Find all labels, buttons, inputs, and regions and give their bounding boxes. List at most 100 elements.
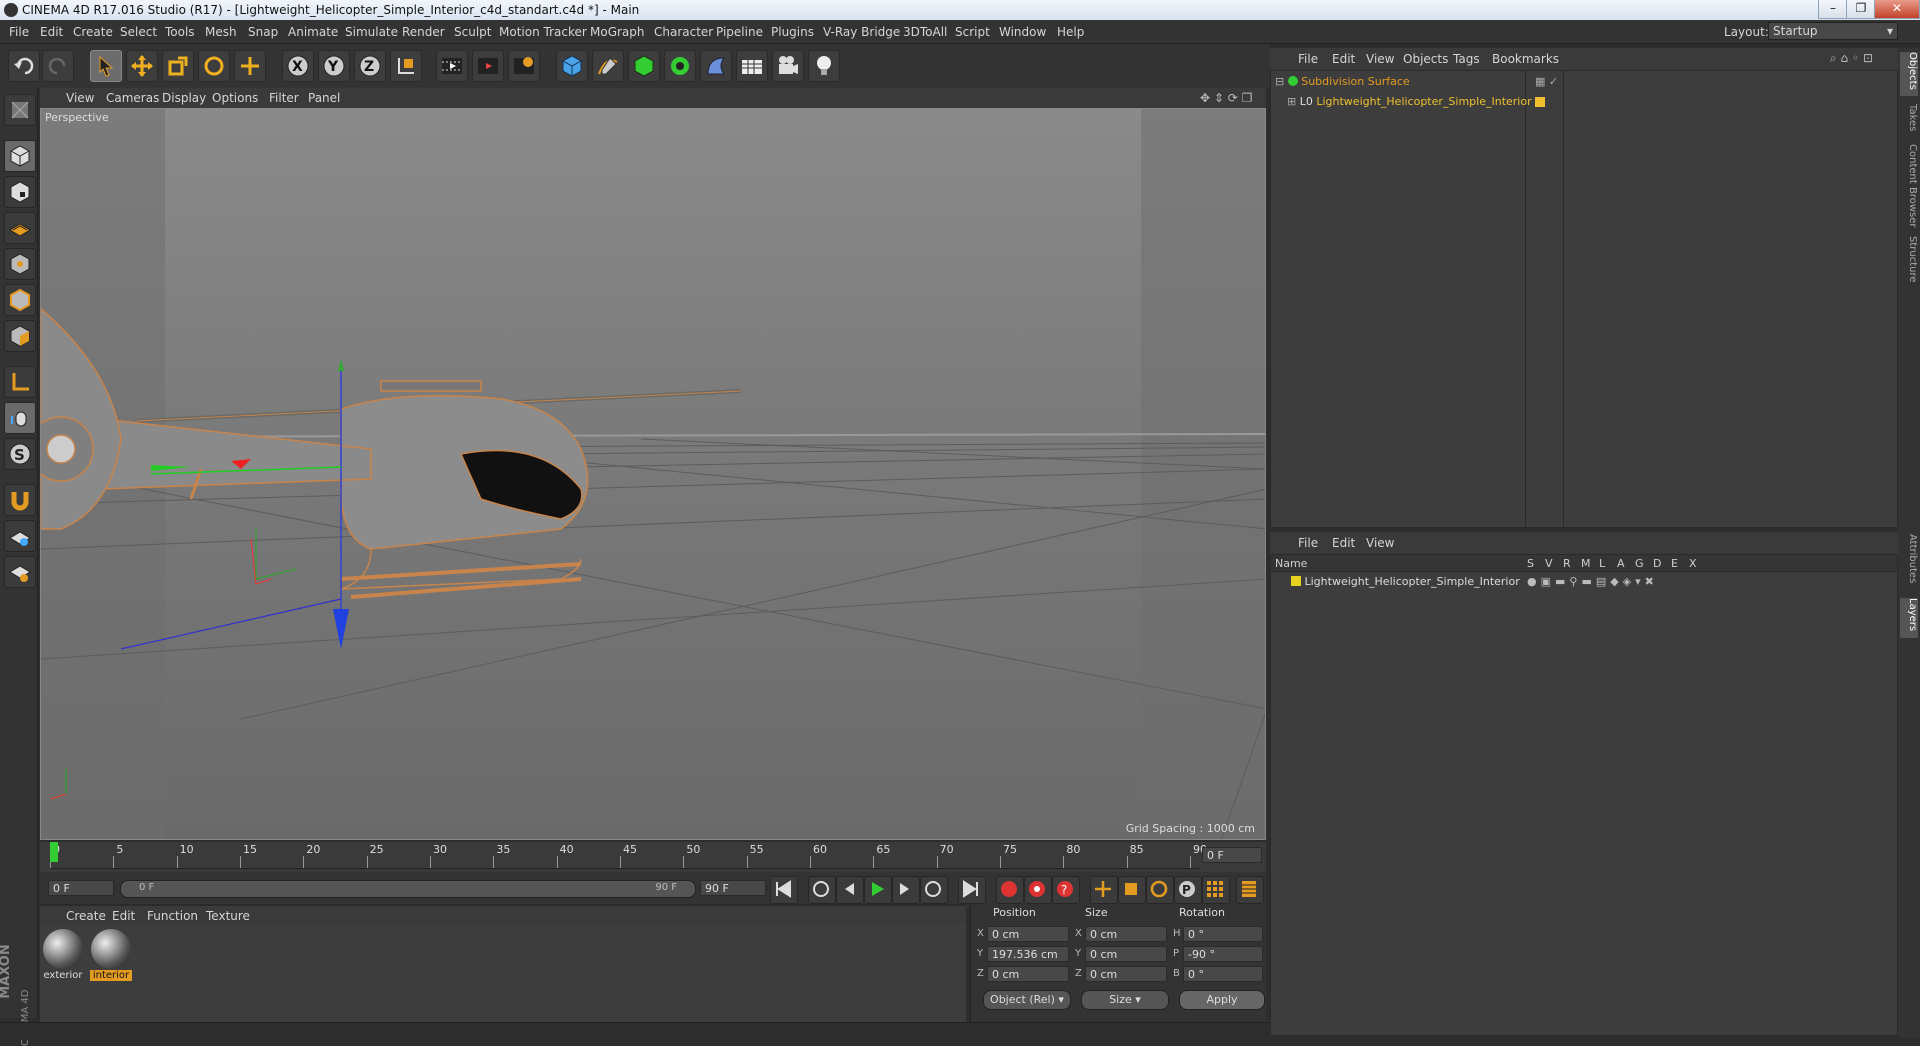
coordinate-system-icon[interactable] [390, 50, 422, 82]
menu-vray-bridge[interactable]: V-Ray Bridge [823, 25, 900, 39]
layer-color-swatch[interactable] [1291, 576, 1301, 586]
keyframe-selection-icon[interactable]: ? [1052, 876, 1080, 904]
size-mode-select[interactable]: Size ▾ [1081, 990, 1169, 1010]
undo-icon[interactable] [8, 50, 40, 82]
rotation-h-field[interactable]: 0 ° [1183, 926, 1263, 942]
collapse-icon[interactable]: ⊟ [1275, 75, 1284, 88]
expand-icon[interactable]: ⊞ [1287, 95, 1296, 108]
tab-layers[interactable]: Layers [1900, 598, 1918, 638]
object-menu-bookmarks[interactable]: Bookmarks [1492, 52, 1559, 66]
timeline-window-icon[interactable] [1236, 876, 1264, 904]
object-menu-view[interactable]: View [1366, 52, 1394, 66]
menu-simulate[interactable]: Simulate [345, 25, 398, 39]
rotation-b-field[interactable]: 0 ° [1183, 966, 1263, 982]
position-y-field[interactable]: 197.536 cm [987, 946, 1069, 962]
record-keys-icon[interactable] [996, 876, 1024, 904]
object-menu-edit[interactable]: Edit [1332, 52, 1355, 66]
autokey-icon[interactable] [1024, 876, 1052, 904]
render-view-icon[interactable] [436, 50, 468, 82]
key-position-icon[interactable] [1090, 876, 1118, 904]
array-icon[interactable] [664, 50, 696, 82]
coordinate-mode-select[interactable]: Object (Rel) ▾ [983, 990, 1071, 1010]
timeline-ruler[interactable]: 051015202530354045505560657075808590 0 F [40, 842, 1266, 872]
size-z-field[interactable]: 0 cm [1085, 966, 1167, 982]
menu-mograph[interactable]: MoGraph [590, 25, 645, 39]
render-picture-viewer-icon[interactable] [472, 50, 504, 82]
sculpt-icon[interactable] [4, 556, 36, 588]
move-icon[interactable] [126, 50, 158, 82]
rotation-p-field[interactable]: -90 ° [1183, 946, 1263, 962]
redo-icon[interactable] [42, 50, 74, 82]
object-search-icon[interactable]: ⌕ ⌂ ◦ ⊡ [1830, 51, 1873, 66]
layer-toggle-icons[interactable]: ●▣▬⚲▬▤◆◈▾✖ [1527, 575, 1658, 588]
key-parameter-icon[interactable]: P [1174, 876, 1202, 904]
select-arrow-icon[interactable] [90, 50, 122, 82]
material-menu-create[interactable]: Create [66, 909, 106, 923]
go-to-start-icon[interactable] [770, 876, 798, 904]
viewport-menu-display[interactable]: Display [162, 91, 206, 105]
light-icon[interactable] [808, 50, 840, 82]
viewport-menu-filter[interactable]: Filter [269, 91, 299, 105]
viewport-nav-icons[interactable]: ✥ ⇕ ⟳ ❐ [1200, 91, 1252, 105]
paint-icon[interactable] [4, 520, 36, 552]
layout-select[interactable]: Startup ▾ [1768, 22, 1898, 40]
layer-color-tag[interactable] [1535, 97, 1545, 107]
camera-icon[interactable] [772, 50, 804, 82]
subdivision-icon[interactable] [628, 50, 660, 82]
add-object-icon[interactable] [234, 50, 266, 82]
polygons-mode-icon[interactable] [4, 320, 36, 352]
start-frame-field[interactable]: 0 F [48, 880, 114, 896]
key-rotation-icon[interactable] [1146, 876, 1174, 904]
position-x-field[interactable]: 0 cm [987, 926, 1069, 942]
layer-menu-view[interactable]: View [1366, 536, 1394, 550]
menu-animate[interactable]: Animate [288, 25, 338, 39]
menu-character[interactable]: Character [654, 25, 713, 39]
y-axis-icon[interactable]: Y [318, 50, 350, 82]
apply-button[interactable]: Apply [1179, 990, 1265, 1010]
visibility-check-icon[interactable]: ▦ ✓ [1535, 75, 1558, 88]
menu-plugins[interactable]: Plugins [771, 25, 814, 39]
minimize-button[interactable]: – [1818, 0, 1848, 19]
material-exterior[interactable]: exterior [42, 928, 84, 984]
cube-icon[interactable] [556, 50, 588, 82]
menu-render[interactable]: Render [402, 25, 445, 39]
workplane-icon[interactable] [4, 212, 36, 244]
tab-takes[interactable]: Takes [1900, 104, 1918, 140]
axis-icon[interactable] [4, 366, 36, 398]
material-menu-function[interactable]: Function [147, 909, 198, 923]
viewport-menu-options[interactable]: Options [212, 91, 258, 105]
tweak-icon[interactable] [4, 402, 36, 434]
tab-attributes[interactable]: Attributes [1900, 534, 1918, 590]
size-y-field[interactable]: 0 cm [1085, 946, 1167, 962]
tab-objects[interactable]: Objects [1900, 52, 1918, 96]
make-editable-icon[interactable] [4, 94, 36, 126]
perspective-viewport[interactable]: Perspective Grid Spacing : 1000 cm [40, 108, 1266, 840]
points-mode-icon[interactable] [4, 248, 36, 280]
menu-motion-tracker[interactable]: Motion Tracker [499, 25, 587, 39]
layer-menu-file[interactable]: File [1298, 536, 1318, 550]
layer-menu-edit[interactable]: Edit [1332, 536, 1355, 550]
floor-icon[interactable] [736, 50, 768, 82]
edges-mode-icon[interactable] [4, 284, 36, 316]
pen-spline-icon[interactable] [592, 50, 624, 82]
position-z-field[interactable]: 0 cm [987, 966, 1069, 982]
next-frame-icon[interactable] [892, 876, 920, 904]
texture-mode-icon[interactable] [4, 176, 36, 208]
render-settings-icon[interactable] [508, 50, 540, 82]
current-frame-field[interactable]: 0 F [1202, 847, 1262, 863]
menu-window[interactable]: Window [999, 25, 1046, 39]
viewport-menu-panel[interactable]: Panel [308, 91, 340, 105]
magnet-icon[interactable] [4, 484, 36, 516]
menu-pipeline[interactable]: Pipeline [716, 25, 763, 39]
snap-icon[interactable]: S [4, 438, 36, 470]
menu-mesh[interactable]: Mesh [205, 25, 237, 39]
object-menu-file[interactable]: File [1298, 52, 1318, 66]
x-axis-icon[interactable]: X [282, 50, 314, 82]
menu-snap[interactable]: Snap [248, 25, 278, 39]
previous-frame-icon[interactable] [836, 876, 864, 904]
menu-help[interactable]: Help [1057, 25, 1084, 39]
viewport-menu-cameras[interactable]: Cameras [106, 91, 159, 105]
object-menu-tags[interactable]: Tags [1453, 52, 1480, 66]
previous-key-icon[interactable] [808, 876, 836, 904]
menu-file[interactable]: File [9, 25, 29, 39]
